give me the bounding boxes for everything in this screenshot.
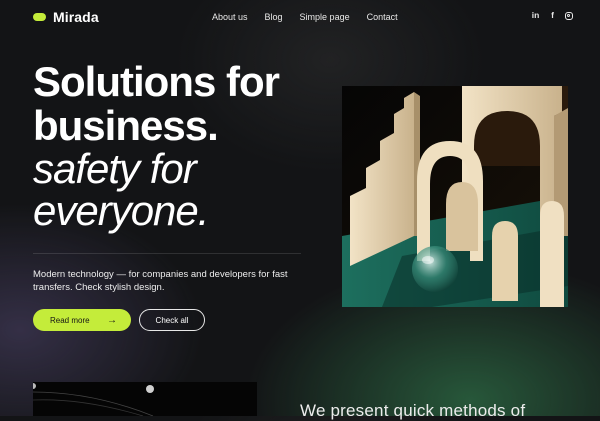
orbit-illustration [33, 383, 154, 416]
site-header: Mirada About us Blog Simple page Contact… [0, 0, 600, 34]
brand-name: Mirada [53, 9, 99, 25]
section-title: We present quick methods of [300, 401, 526, 420]
hero-divider [33, 253, 301, 254]
nav-link-simple-page[interactable]: Simple page [300, 12, 350, 22]
read-more-button[interactable]: Read more → [33, 309, 131, 331]
check-all-button[interactable]: Check all [139, 309, 205, 331]
hero-line-1: Solutions for [33, 58, 280, 105]
hero-line-4: everyone. [33, 187, 209, 234]
feature-card-image [33, 382, 257, 416]
logo-mark-icon [33, 13, 46, 21]
hero-description: Modern technology — for companies and de… [33, 269, 288, 293]
instagram-icon[interactable] [565, 11, 573, 20]
hero-line-2: business. [33, 102, 219, 149]
read-more-label: Read more [50, 315, 90, 325]
arrow-right-icon: → [107, 314, 117, 326]
architecture-illustration [342, 86, 568, 307]
main-nav: About us Blog Simple page Contact [212, 12, 415, 22]
nav-link-contact[interactable]: Contact [367, 12, 398, 22]
linkedin-icon[interactable]: in [531, 11, 540, 20]
hero-line-3: safety for [33, 145, 197, 192]
social-links: in f [531, 11, 573, 20]
hero-heading: Solutions for business. safety for every… [33, 58, 280, 234]
hero-image [342, 86, 568, 307]
nav-link-about-us[interactable]: About us [212, 12, 248, 22]
facebook-icon[interactable]: f [548, 11, 557, 20]
logo[interactable]: Mirada [33, 9, 99, 25]
nav-link-blog[interactable]: Blog [265, 12, 283, 22]
